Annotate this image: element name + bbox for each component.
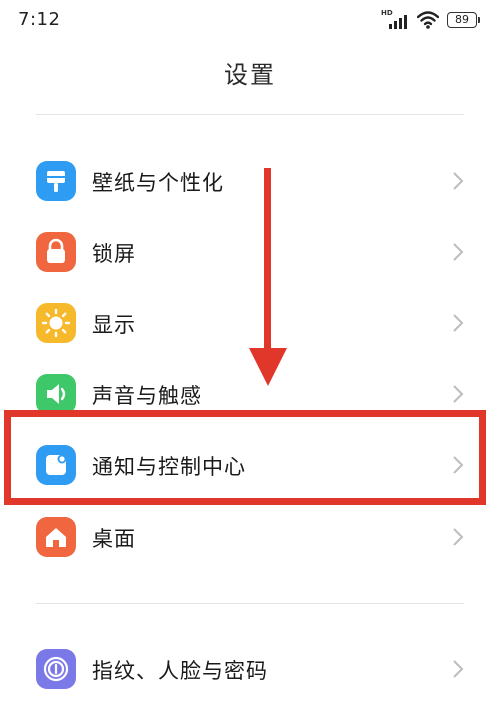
chevron-right-icon [453,314,464,332]
chevron-right-icon [453,243,464,261]
status-icons: HD 89 [381,9,480,30]
home-icon [36,517,76,557]
settings-item-fingerprint[interactable]: 指纹、人脸与密码 [0,641,500,697]
speaker-icon [36,374,76,414]
chevron-right-icon [453,528,464,546]
settings-item-home-screen[interactable]: 桌面 [0,509,500,565]
settings-item-label: 声音与触感 [92,384,202,408]
wifi-icon [417,11,439,29]
page-title: 设置 [224,61,276,89]
sun-icon [36,303,76,343]
chevron-right-icon [453,660,464,678]
group-divider [36,603,464,604]
settings-item-label: 壁纸与个性化 [92,171,224,195]
header-divider [36,114,464,115]
status-bar: 7:12 HD 89 [0,0,500,40]
fingerprint-icon [36,649,76,689]
status-time: 7:12 [18,9,61,30]
lock-icon [36,232,76,272]
battery-icon: 89 [447,12,480,28]
settings-item-label: 桌面 [92,527,136,551]
cellular-signal-icon: HD [381,9,409,29]
highlight-box [4,410,486,505]
settings-item-label: 指纹、人脸与密码 [92,659,268,683]
wallpaper-icon [36,161,76,201]
chevron-right-icon [453,385,464,403]
settings-item-label: 显示 [92,313,136,337]
chevron-right-icon [453,172,464,190]
arrow-down-icon [249,168,287,386]
settings-item-label: 锁屏 [92,242,136,266]
battery-level: 89 [447,12,477,28]
